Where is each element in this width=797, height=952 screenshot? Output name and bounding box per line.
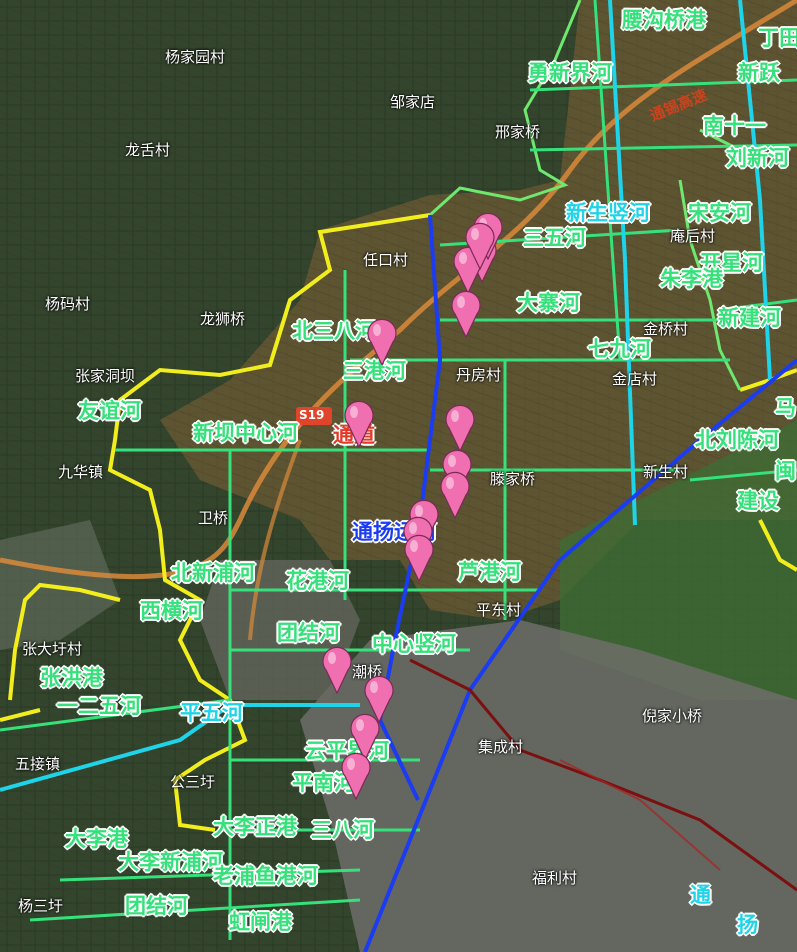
map-marker[interactable] bbox=[439, 471, 471, 519]
river-label: 芦港河 bbox=[458, 560, 521, 584]
river-label: 丁田 bbox=[758, 26, 797, 50]
river-label: 大李港 bbox=[65, 827, 128, 851]
place-label: 张大圩村 bbox=[22, 640, 83, 658]
river-label: 新建河 bbox=[718, 306, 781, 330]
place-label: 卫桥 bbox=[198, 509, 229, 527]
place-label: 邹家店 bbox=[390, 93, 436, 111]
map-marker[interactable] bbox=[464, 222, 496, 270]
place-label: 九华镇 bbox=[58, 463, 104, 481]
river-label: 北新浦河 bbox=[171, 561, 255, 585]
place-label: 杨码村 bbox=[45, 295, 91, 313]
road-shield: S19 bbox=[299, 408, 325, 422]
map-marker[interactable] bbox=[444, 404, 476, 452]
place-label: 福利村 bbox=[532, 869, 578, 887]
place-label: 杨三圩 bbox=[18, 897, 64, 915]
place-label: 任口村 bbox=[363, 251, 409, 269]
river-label: 闽 bbox=[775, 459, 796, 483]
place-label: 张家洞坝 bbox=[75, 367, 136, 385]
place-label: 金桥村 bbox=[643, 320, 689, 338]
place-label: 龙舌村 bbox=[125, 141, 171, 159]
river-label: 马 bbox=[775, 396, 796, 420]
map-marker[interactable] bbox=[321, 646, 353, 694]
river-label: 一二五河 bbox=[57, 694, 141, 718]
river-label: 虹闸港 bbox=[229, 910, 292, 934]
river-label: 七九河 bbox=[588, 337, 651, 361]
river-label: 老浦鱼港河 bbox=[213, 864, 318, 888]
river-label: 团结河 bbox=[125, 894, 188, 918]
place-label: 倪家小桥 bbox=[642, 707, 703, 725]
river-label: 新生竖河 bbox=[566, 201, 650, 225]
map-marker[interactable] bbox=[450, 290, 482, 338]
river-label: 中心竖河 bbox=[372, 632, 456, 656]
place-label: 滕家桥 bbox=[490, 470, 536, 488]
river-label: 团结河 bbox=[277, 621, 340, 645]
river-label: 大寨河 bbox=[517, 291, 580, 315]
river-label: 平五河 bbox=[180, 701, 243, 725]
river-label: 友谊河 bbox=[78, 399, 141, 423]
place-label: 庵后村 bbox=[670, 227, 716, 245]
place-label: 五接镇 bbox=[15, 755, 61, 773]
map-marker[interactable] bbox=[343, 400, 375, 448]
river-label: 勇新界河 bbox=[528, 61, 612, 85]
river-label: 花港河 bbox=[286, 569, 349, 593]
river-label: 三五河 bbox=[523, 226, 586, 250]
river-label: 三八河 bbox=[311, 818, 374, 842]
river-label: 张洪港 bbox=[40, 666, 103, 690]
place-label: 龙狮桥 bbox=[200, 310, 246, 328]
river-label: 新跃 bbox=[738, 61, 780, 85]
river-label: 南十一 bbox=[703, 114, 766, 138]
river-label: 扬 bbox=[737, 913, 758, 937]
place-label: 平东村 bbox=[476, 601, 522, 619]
place-label: 邢家桥 bbox=[495, 123, 541, 141]
place-label: 金店村 bbox=[612, 370, 658, 388]
place-label: 丹房村 bbox=[456, 366, 502, 384]
river-label: 朱李港 bbox=[660, 267, 723, 291]
place-label: 集成村 bbox=[478, 738, 524, 756]
river-label: 通 bbox=[690, 883, 711, 907]
river-label: 腰沟桥港 bbox=[622, 8, 706, 32]
place-label: 杨家园村 bbox=[165, 48, 226, 66]
place-label: 公三圩 bbox=[170, 773, 216, 791]
map-marker[interactable] bbox=[403, 534, 435, 582]
river-label: 宋安河 bbox=[688, 201, 751, 225]
river-label: 北刘陈河 bbox=[695, 428, 779, 452]
map-canvas[interactable]: 杨家园村邹家店邢家桥龙舌村任口村杨码村龙狮桥张家洞坝九华镇卫桥 丹房村 金桥村金店村… bbox=[0, 0, 797, 952]
river-label: 大李正港 bbox=[213, 815, 297, 839]
river-label: 建设 bbox=[737, 489, 779, 513]
river-label: 北三八河 bbox=[292, 319, 376, 343]
river-label: 西横河 bbox=[140, 599, 203, 623]
map-marker[interactable] bbox=[366, 318, 398, 366]
river-label: 大李新浦河 bbox=[118, 850, 223, 874]
map-marker[interactable] bbox=[340, 752, 372, 800]
river-label: 新坝中心河 bbox=[193, 421, 298, 445]
place-label: 新生村 bbox=[643, 463, 689, 481]
river-label: 刘新河 bbox=[726, 146, 789, 170]
